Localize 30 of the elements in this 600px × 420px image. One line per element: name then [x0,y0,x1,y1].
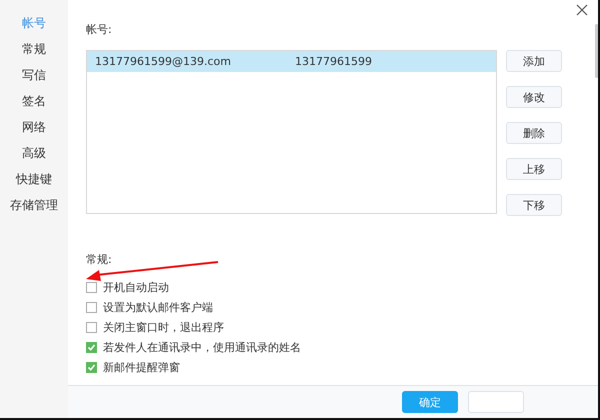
account-button[interactable]: 添加 [506,50,562,72]
sidebar-item[interactable]: 网络 [22,114,46,140]
sidebar-item[interactable]: 高级 [22,140,46,166]
section-label: 常规: [86,252,112,268]
account-button[interactable]: 上移 [506,158,562,180]
account-row[interactable]: 13177961599@139.com 13177961599 [87,51,496,72]
sidebar-item[interactable]: 签名 [22,88,46,114]
checkbox[interactable] [86,362,97,372]
checkbox[interactable] [86,342,97,352]
sidebar-item[interactable]: 存储管理 [10,192,58,218]
section-label: 帐号: [86,22,112,38]
account-email: 13177961599@139.com [94,55,232,68]
option-label: 设置为默认邮件客户端 [103,300,213,314]
sidebar-item[interactable]: 写信 [22,62,46,88]
option-label: 开机自动启动 [103,280,169,294]
account-button[interactable]: 修改 [506,86,562,108]
checkbox[interactable] [86,302,97,312]
option-label: 关闭主窗口时，退出程序 [103,320,224,334]
close-icon[interactable] [576,4,588,16]
option-label: 若发件人在通讯录中，使用通讯录的姓名 [103,340,301,354]
checkbox[interactable] [86,322,97,332]
account-name: 13177961599 [295,55,372,68]
scrollbar-thumb[interactable] [595,24,598,78]
sidebar-item[interactable]: 常规 [22,36,46,62]
checkbox[interactable] [86,282,97,292]
secondary-button[interactable] [468,391,524,413]
account-button[interactable]: 下移 [506,194,562,216]
option-label: 新邮件提醒弹窗 [103,360,180,374]
account-button[interactable]: 删除 [506,122,562,144]
sidebar-item[interactable]: 快捷键 [16,166,52,192]
